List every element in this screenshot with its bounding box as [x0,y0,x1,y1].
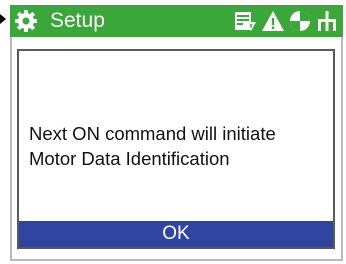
network-icon [318,11,336,31]
dialog-message: Next ON command will initiate Motor Data… [29,121,325,171]
write-protect-icon [235,12,256,31]
content-panel: Next ON command will initiate Motor Data… [10,37,343,261]
status-icons [234,9,339,33]
confirmation-dialog: Next ON command will initiate Motor Data… [17,49,335,249]
fault-icon [290,11,310,31]
page-title: Setup [50,9,105,32]
title-bar: Setup [10,5,343,37]
ok-button[interactable]: OK [19,221,333,247]
warning-icon [262,11,284,31]
gear-icon [15,10,37,32]
message-line-1: Next ON command will initiate [29,123,276,144]
selection-pointer-icon [0,14,6,24]
message-line-2: Motor Data Identification [29,148,230,169]
